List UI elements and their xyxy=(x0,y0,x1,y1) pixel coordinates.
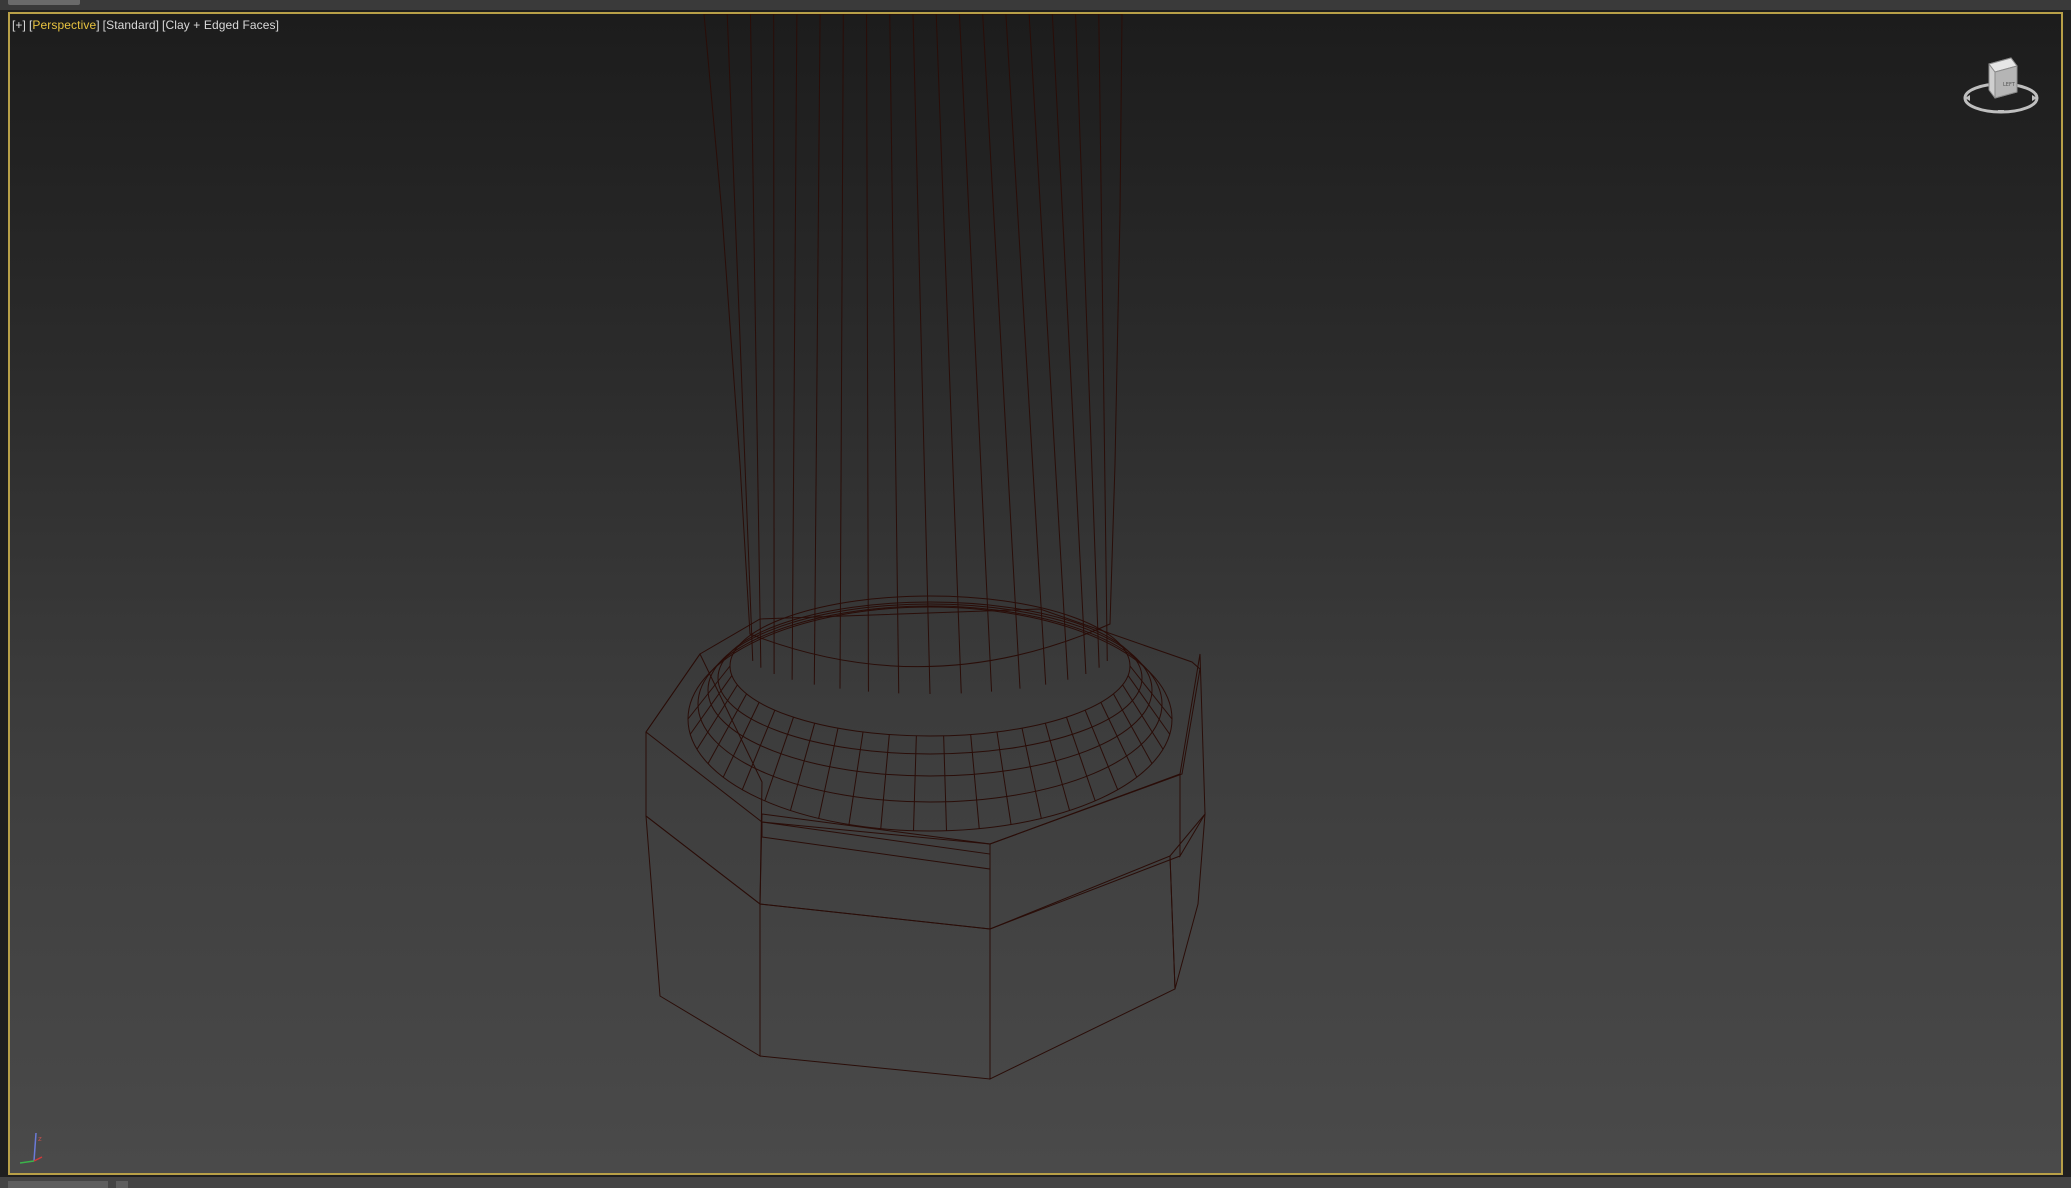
torus-rib-edge xyxy=(1066,716,1096,802)
column-shaft xyxy=(703,14,1123,695)
shaft-flute-edge xyxy=(866,14,869,692)
plinth-upper xyxy=(645,608,1206,930)
torus-rib-edge xyxy=(1113,693,1153,764)
bottom-status-strip xyxy=(0,1177,2071,1188)
axis-tripod-icon: z xyxy=(19,1132,43,1164)
torus-rib-edge xyxy=(707,693,747,764)
torus-rib-edge xyxy=(764,716,794,802)
torus-rib-edge xyxy=(1100,702,1138,778)
torus-rib-edge xyxy=(848,731,864,825)
shaft-flute-edge xyxy=(813,14,821,685)
perspective-viewport[interactable]: [+] [Perspective] [Standard] [Clay + Edged … xyxy=(8,12,2063,1175)
torus-rib-edge xyxy=(943,735,948,831)
timeline-next-button[interactable] xyxy=(116,1181,128,1188)
shaft-flute-edge xyxy=(889,14,900,694)
shaft-flute-edge xyxy=(912,14,931,695)
shaft-flute-edge xyxy=(749,14,762,668)
column-model[interactable] xyxy=(10,14,2061,1173)
torus-rib-edge xyxy=(970,734,980,829)
top-toolbar-strip xyxy=(0,0,2071,10)
torus-rib-edge xyxy=(1021,728,1042,819)
plinth-lower xyxy=(645,812,1206,1080)
shaft-flute-edge xyxy=(1098,14,1108,661)
torus-rib-edge xyxy=(912,735,917,831)
shaft-flute-edge xyxy=(1005,14,1047,685)
shaft-flute-edge xyxy=(1051,14,1087,675)
shaft-flute-edge xyxy=(958,14,993,692)
torus-rib-edge xyxy=(689,675,733,735)
shaft-flute-edge xyxy=(1075,14,1100,668)
torus-rib-edge xyxy=(996,731,1012,825)
app-window: [+] [Perspective] [Standard] [Clay + Edged … xyxy=(0,0,2071,1188)
shaft-flute-edge xyxy=(839,14,844,689)
timeline-slider-handle[interactable] xyxy=(8,1181,108,1188)
viewcube-icon[interactable]: LEFT xyxy=(1959,44,2043,124)
torus-rib-edge xyxy=(818,728,839,819)
shaft-flute-edge xyxy=(1028,14,1069,680)
torus-rib-edge xyxy=(1127,675,1171,735)
svg-text:z: z xyxy=(38,1135,42,1143)
viewcube-face-label: LEFT xyxy=(2003,82,2016,88)
torus-rib-edge xyxy=(880,734,890,829)
viewport-layout-tab[interactable] xyxy=(8,0,80,5)
shaft-flute-edge xyxy=(982,14,1021,689)
shaft-flute-edge xyxy=(791,14,798,680)
shaft-flutes xyxy=(726,14,1108,695)
shaft-flute-edge xyxy=(935,14,962,694)
